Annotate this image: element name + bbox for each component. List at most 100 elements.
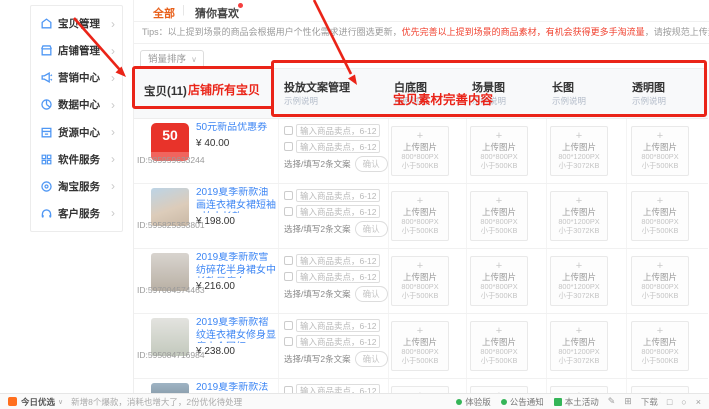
upload-limit: 小于500KB — [394, 291, 446, 299]
close-icon[interactable]: × — [696, 397, 701, 407]
pie-chart-icon — [40, 98, 53, 111]
upload-tile-long[interactable]: +上传图片800*1200PX小于3072KB — [550, 321, 608, 371]
upload-size: 800*800PX — [473, 282, 525, 290]
window-icon[interactable]: □ — [667, 397, 672, 407]
chevron-right-icon: › — [111, 100, 115, 110]
example-link[interactable]: 示例说明 — [552, 95, 586, 107]
green-dot-icon — [501, 399, 507, 405]
product-price: ¥ 238.00 — [196, 346, 276, 357]
upload-tile-scene[interactable]: +上传图片800*800PX小于500KB — [470, 256, 528, 306]
tips-highlight: 优先完善以上提到场景的商品素材，有机会获得更多手淘流量 — [402, 27, 645, 37]
product-title-link[interactable]: 2019夏季新款油画连衣裙女裙短袖T恤中长款 — [196, 187, 276, 213]
checkbox[interactable] — [284, 191, 293, 200]
sidebar-item-customer-service[interactable]: 客户服务 › — [31, 200, 122, 226]
upload-tile-long[interactable]: +上传图片800*1200PX小于3072KB — [550, 126, 608, 176]
confirm-button[interactable]: 确认 — [355, 286, 388, 302]
upload-tile-long[interactable]: +上传图片800*1200PX小于3072KB — [550, 191, 608, 241]
selling-point-input[interactable] — [296, 254, 380, 267]
upload-size: 800*800PX — [394, 152, 446, 160]
upload-tile-transparent[interactable]: +上传图片800*800PX小于500KB — [631, 191, 689, 241]
upload-tile-scene[interactable]: +上传图片800*800PX小于500KB — [470, 321, 528, 371]
upload-tile-white-bg[interactable]: +上传图片800*800PX小于500KB — [391, 256, 449, 306]
upload-tile-scene[interactable]: +上传图片800*800PX小于500KB — [470, 126, 528, 176]
download-link[interactable]: 下载 — [641, 396, 658, 408]
plus-icon: + — [471, 131, 527, 142]
tab-divider: | — [182, 4, 185, 16]
upload-size: 800*800PX — [394, 282, 446, 290]
checkbox[interactable] — [284, 337, 293, 346]
copywriting-cell: 选择/填写2条文案确认取消 — [284, 254, 384, 302]
upload-size: 800*800PX — [394, 217, 446, 225]
selling-point-input[interactable] — [296, 205, 380, 218]
plus-icon: + — [551, 196, 607, 207]
chevron-down-icon[interactable]: ∨ — [58, 398, 63, 406]
upload-size: 800*1200PX — [553, 217, 605, 225]
upload-tile-white-bg[interactable]: +上传图片800*800PX小于500KB — [391, 126, 449, 176]
confirm-button[interactable]: 确认 — [355, 156, 388, 172]
checkbox[interactable] — [284, 272, 293, 281]
selling-point-input[interactable] — [296, 319, 380, 332]
upload-tile-transparent[interactable]: +上传图片800*800PX小于500KB — [631, 126, 689, 176]
selling-point-input[interactable] — [296, 140, 380, 153]
example-link[interactable]: 示例说明 — [632, 95, 666, 107]
upload-label: 上传图片 — [632, 142, 688, 152]
tab-bar: 全部 | 猜你喜欢 — [134, 0, 709, 22]
tab-all[interactable]: 全部 — [153, 5, 175, 21]
quick-link-activity[interactable]: 本土活动 — [554, 396, 599, 408]
sidebar-item-data-center[interactable]: 数据中心 › — [31, 92, 122, 118]
example-link[interactable]: 示例说明 — [472, 95, 506, 107]
upload-tile-long[interactable]: +上传图片800*1200PX小于3072KB — [550, 256, 608, 306]
store-icon — [40, 126, 53, 139]
upload-tile-transparent[interactable]: +上传图片800*800PX小于500KB — [631, 256, 689, 306]
checkbox[interactable] — [284, 256, 293, 265]
sort-dropdown[interactable]: 销量排序 ∨ — [140, 50, 204, 70]
example-link[interactable]: 示例说明 — [394, 95, 428, 107]
copy-hint: 选择/填写2条文案 — [284, 223, 351, 235]
confirm-button[interactable]: 确认 — [355, 221, 388, 237]
sidebar-item-item-manage[interactable]: 宝贝管理 › — [31, 11, 122, 37]
product-material-table: 宝贝(11) 投放文案管理 示例说明 白底图 示例说明 场景图 示例说明 长图 … — [133, 68, 707, 409]
sidebar-item-shop-manage[interactable]: 店铺管理 › — [31, 38, 122, 64]
tab-guess-you-like[interactable]: 猜你喜欢 — [195, 5, 239, 21]
checkbox[interactable] — [284, 126, 293, 135]
upload-limit: 小于500KB — [634, 161, 686, 169]
upload-tile-scene[interactable]: +上传图片800*800PX小于500KB — [470, 191, 528, 241]
product-title-link[interactable]: 50元新品优惠券 — [196, 122, 276, 135]
record-icon[interactable]: ○ — [681, 397, 686, 407]
plus-icon: + — [551, 131, 607, 142]
sidebar-item-software-service[interactable]: 软件服务 › — [31, 146, 122, 172]
quick-link-announcement[interactable]: 公告通知 — [501, 396, 544, 408]
upload-limit: 小于500KB — [634, 291, 686, 299]
grid-icon[interactable]: ⊞ — [624, 396, 632, 407]
promo-label[interactable]: 今日优选 — [21, 396, 55, 408]
sidebar-item-marketing[interactable]: 营销中心 › — [31, 65, 122, 91]
upload-limit: 小于500KB — [394, 161, 446, 169]
confirm-button[interactable]: 确认 — [355, 351, 388, 367]
checkbox[interactable] — [284, 321, 293, 330]
edit-icon[interactable]: ✎ — [608, 396, 616, 407]
checkbox[interactable] — [284, 207, 293, 216]
sidebar-item-supply-center[interactable]: 货源中心 › — [31, 119, 122, 145]
plus-icon: + — [632, 326, 688, 337]
upload-label: 上传图片 — [392, 272, 448, 282]
product-title-link[interactable]: 2019夏季新款雪纺碎花半身裙女中长款显瘦白 — [196, 252, 276, 278]
selling-point-input[interactable] — [296, 335, 380, 348]
plus-icon: + — [551, 326, 607, 337]
tips-banner: Tips：以上提到场景的商品会根据用户个性化需求进行圈选更新，优先完善以上提到场… — [134, 22, 709, 44]
selling-point-input[interactable] — [296, 189, 380, 202]
product-title-link[interactable]: 2019夏季新款褶纹连衣裙女修身显瘦小众网红 — [196, 317, 276, 343]
example-link[interactable]: 示例说明 — [284, 95, 318, 107]
upload-label: 上传图片 — [392, 337, 448, 347]
column-header-long: 长图 — [552, 79, 574, 95]
upload-tile-white-bg[interactable]: +上传图片800*800PX小于500KB — [391, 191, 449, 241]
upload-tile-white-bg[interactable]: +上传图片800*800PX小于500KB — [391, 321, 449, 371]
chevron-right-icon: › — [111, 127, 115, 137]
sidebar-item-taobao-service[interactable]: 淘宝服务 › — [31, 173, 122, 199]
upload-tile-transparent[interactable]: +上传图片800*800PX小于500KB — [631, 321, 689, 371]
selling-point-input[interactable] — [296, 124, 380, 137]
upload-limit: 小于3072KB — [553, 161, 605, 169]
quick-link-trial[interactable]: 体验版 — [456, 396, 491, 408]
checkbox[interactable] — [284, 142, 293, 151]
upload-limit: 小于500KB — [634, 226, 686, 234]
selling-point-input[interactable] — [296, 270, 380, 283]
